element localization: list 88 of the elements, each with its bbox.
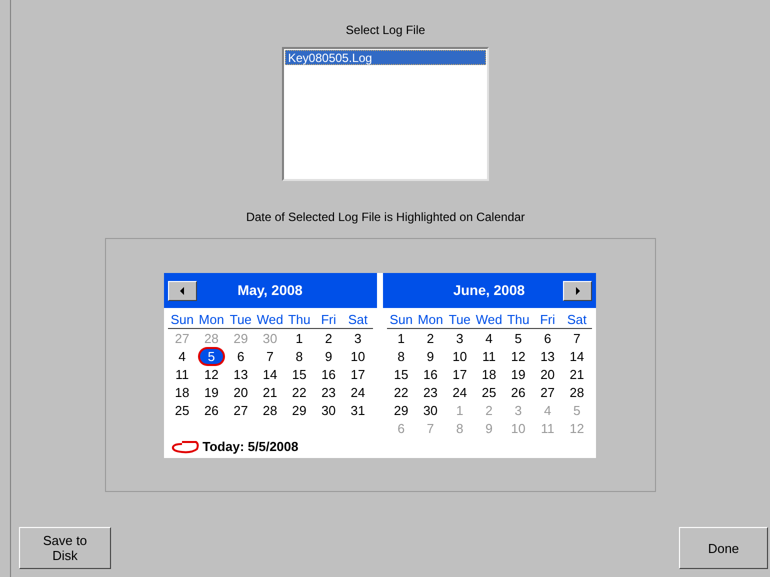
calendar-day[interactable]: 6 (544, 330, 552, 346)
calendar-day[interactable]: 1 (296, 330, 303, 346)
calendar-day[interactable]: 23 (321, 384, 336, 400)
weekday-label: Mon (416, 312, 444, 328)
calendar-day[interactable]: 21 (262, 384, 278, 400)
calendar-day[interactable]: 1 (398, 330, 405, 346)
calendar-day[interactable]: 8 (398, 348, 405, 364)
calendar-day[interactable]: 28 (262, 402, 278, 418)
calendar-day[interactable]: 3 (456, 330, 464, 346)
weekday-label: Fri (320, 312, 338, 328)
calendar-day[interactable]: 4 (485, 330, 493, 346)
calendar-day[interactable]: 26 (511, 384, 526, 400)
calendar-day[interactable]: 9 (324, 348, 332, 364)
previous-month-button[interactable] (168, 280, 196, 300)
calendar-day[interactable]: 12 (511, 348, 526, 364)
calendar-day[interactable]: 25 (482, 384, 496, 400)
calendar-day[interactable]: 5 (514, 330, 522, 346)
weekday-label: Thu (506, 312, 530, 328)
calendar-day[interactable]: 13 (233, 366, 248, 382)
calendar-day[interactable]: 18 (174, 384, 190, 400)
calendar-day[interactable]: 3 (354, 330, 362, 346)
calendar-day[interactable]: 27 (233, 402, 248, 418)
calendar-day[interactable]: 10 (452, 348, 467, 364)
today-label[interactable]: Today: 5/5/2008 (202, 437, 298, 456)
month-title: June, 2008 (452, 281, 526, 300)
calendar-day[interactable]: 23 (423, 384, 438, 400)
calendar-day[interactable]: 22 (394, 384, 408, 400)
calendar-day[interactable]: 8 (296, 348, 303, 364)
list-item[interactable]: Key080505.Log (285, 50, 486, 65)
calendar-day[interactable]: 29 (394, 402, 408, 418)
calendar-day[interactable]: 14 (570, 348, 584, 364)
calendar-day[interactable]: 12 (204, 366, 219, 382)
calendar-day[interactable]: 19 (511, 366, 526, 382)
calendar-day[interactable]: 17 (350, 366, 366, 382)
calendar-day[interactable]: 10 (350, 348, 366, 364)
calendar-day[interactable]: 20 (540, 366, 555, 382)
weekday-label: Sun (170, 312, 195, 328)
selected-date[interactable]: 5 (200, 348, 224, 364)
list-title: Select Log File (346, 22, 426, 39)
weekday-label: Sun (388, 312, 414, 328)
calendar-day[interactable]: 30 (423, 402, 438, 418)
calendar-day[interactable]: 15 (394, 366, 408, 382)
right-triangle-icon (576, 286, 580, 294)
calendar-day[interactable]: 19 (204, 384, 219, 400)
calendar-day[interactable]: 22 (292, 384, 307, 400)
calendar-day[interactable]: 6 (237, 348, 244, 364)
left-triangle-icon (180, 286, 184, 294)
weekday-label: Tue (448, 312, 472, 328)
calendar-day[interactable]: 15 (292, 366, 307, 382)
calendar-day[interactable]: 11 (482, 348, 496, 364)
weekday-label: Sat (566, 312, 588, 328)
calendar-day[interactable]: 21 (570, 366, 584, 382)
calendar-day[interactable]: 9 (426, 348, 434, 364)
calendar-day[interactable]: 31 (350, 402, 366, 418)
weekday-label: Wed (256, 312, 284, 328)
weekday-label: Tue (228, 312, 253, 328)
action-button[interactable]: Done (679, 527, 768, 569)
calendar-day[interactable]: 7 (573, 330, 580, 346)
calendar-day[interactable]: 14 (262, 366, 278, 382)
weekday-label: Thu (287, 312, 312, 328)
month-title: May, 2008 (236, 281, 304, 300)
calendar-day[interactable]: 27 (540, 384, 555, 400)
calendar-day[interactable]: 28 (570, 384, 584, 400)
calendar-day[interactable]: 2 (324, 330, 332, 346)
calendar-day[interactable]: 24 (350, 384, 366, 400)
action-button[interactable]: Save to Disk (19, 527, 111, 569)
calendar-day[interactable]: 29 (292, 402, 307, 418)
weekday-label: Fri (538, 312, 556, 328)
calendar-day[interactable]: 18 (482, 366, 496, 382)
calendar-day[interactable]: 17 (452, 366, 467, 382)
calendar-day[interactable]: 2 (426, 330, 434, 346)
calendar-day[interactable]: 30 (321, 402, 336, 418)
calendar-day[interactable]: 4 (178, 348, 186, 364)
calendar-day[interactable]: 11 (175, 366, 189, 382)
weekday-label: Sat (347, 312, 369, 328)
file-listbox[interactable]: Key080505.Log (282, 47, 489, 181)
calendar-day[interactable]: 13 (540, 348, 555, 364)
weekday-label: Mon (198, 312, 226, 328)
calendar-day[interactable]: 24 (452, 384, 467, 400)
calendar-day[interactable]: 25 (174, 402, 190, 418)
calendar-day[interactable]: 16 (423, 366, 438, 382)
calendar-day[interactable]: 26 (204, 402, 219, 418)
calendar-caption: Date of Selected Log File is Highlighted on Calendar (246, 209, 525, 226)
calendar-day[interactable]: 7 (266, 348, 274, 364)
next-month-button[interactable] (562, 280, 592, 300)
calendar-day[interactable]: 20 (233, 384, 248, 400)
weekday-label: Wed (474, 312, 504, 328)
calendar-day[interactable]: 16 (321, 366, 336, 382)
